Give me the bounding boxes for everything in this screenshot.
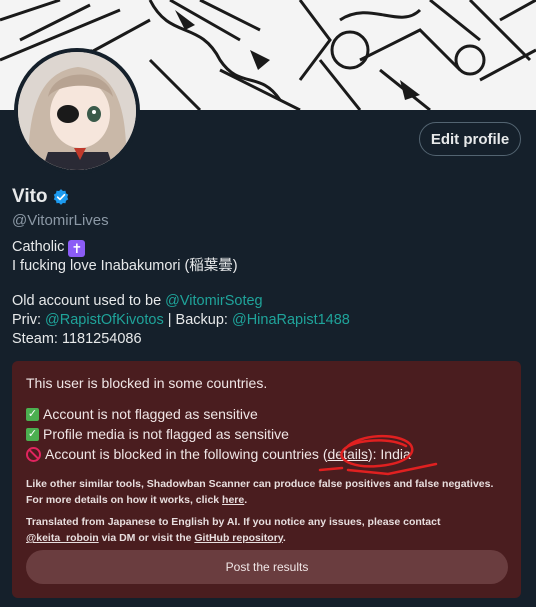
note-text: Like other similar tools, Shadowban Scan…: [26, 478, 494, 506]
bio-line: I fucking love Inabakumori (稲葉曇): [12, 258, 238, 274]
panel-title: This user is blocked in some countries.: [26, 375, 268, 391]
profile-bio: Catholic ✝ I fucking love Inabakumori (稲…: [12, 238, 512, 349]
prohibited-icon: [26, 446, 41, 462]
bio-text: Catholic: [12, 239, 65, 255]
note-text: .: [244, 494, 248, 506]
bio-line: Catholic ✝: [12, 238, 512, 257]
translation-note: Translated from Japanese to English by A…: [26, 514, 507, 546]
check-row: ✓ Account is not flagged as sensitive: [26, 404, 507, 424]
blocked-country: ): India: [367, 446, 411, 462]
verified-badge-icon[interactable]: [52, 188, 70, 206]
bio-line: Steam: 1181254086: [12, 331, 142, 347]
bio-line: Priv: @RapistOfKivotos | Backup: @HinaRa…: [12, 311, 512, 330]
mention-link[interactable]: @RapistOfKivotos: [45, 312, 164, 328]
blocked-text: Account is blocked in the following coun…: [45, 446, 328, 462]
post-results-button[interactable]: Post the results: [26, 550, 508, 584]
check-text: Account is blocked in the following coun…: [45, 446, 411, 462]
display-name: Vito: [12, 186, 48, 207]
disclaimer-note: Like other similar tools, Shadowban Scan…: [26, 476, 507, 508]
github-link[interactable]: GitHub repository: [194, 532, 282, 544]
here-link[interactable]: here: [222, 494, 244, 506]
profile-handle: @VitomirLives: [12, 212, 109, 229]
check-mark-icon: ✓: [26, 427, 39, 441]
avatar[interactable]: [14, 48, 140, 174]
check-row-blocked: Account is blocked in the following coun…: [26, 444, 507, 464]
bio-text: Old account used to be: [12, 293, 166, 309]
details-link[interactable]: details: [327, 446, 367, 462]
contact-link[interactable]: @keita_roboin: [26, 532, 99, 544]
bio-text: Priv:: [12, 312, 46, 328]
mention-link[interactable]: @VitomirSoteg: [165, 293, 262, 309]
check-text: Profile media is not flagged as sensitiv…: [43, 426, 289, 442]
check-text: Account is not flagged as sensitive: [43, 406, 258, 422]
bio-line: Old account used to be @VitomirSoteg: [12, 292, 512, 311]
check-row: ✓ Profile media is not flagged as sensit…: [26, 424, 507, 444]
shadowban-panel: This user is blocked in some countries. …: [12, 361, 521, 598]
check-mark-icon: ✓: [26, 407, 39, 421]
note-text: Translated from Japanese to English by A…: [26, 516, 441, 528]
note-text: .: [282, 532, 286, 544]
mention-link[interactable]: @HinaRapist1488: [232, 312, 350, 328]
cross-emoji-icon: ✝: [68, 240, 86, 257]
note-text: via DM or visit the: [98, 532, 195, 544]
edit-profile-button[interactable]: Edit profile: [419, 122, 521, 156]
bio-text: | Backup:: [163, 312, 232, 328]
profile-name-row: Vito: [12, 186, 70, 208]
